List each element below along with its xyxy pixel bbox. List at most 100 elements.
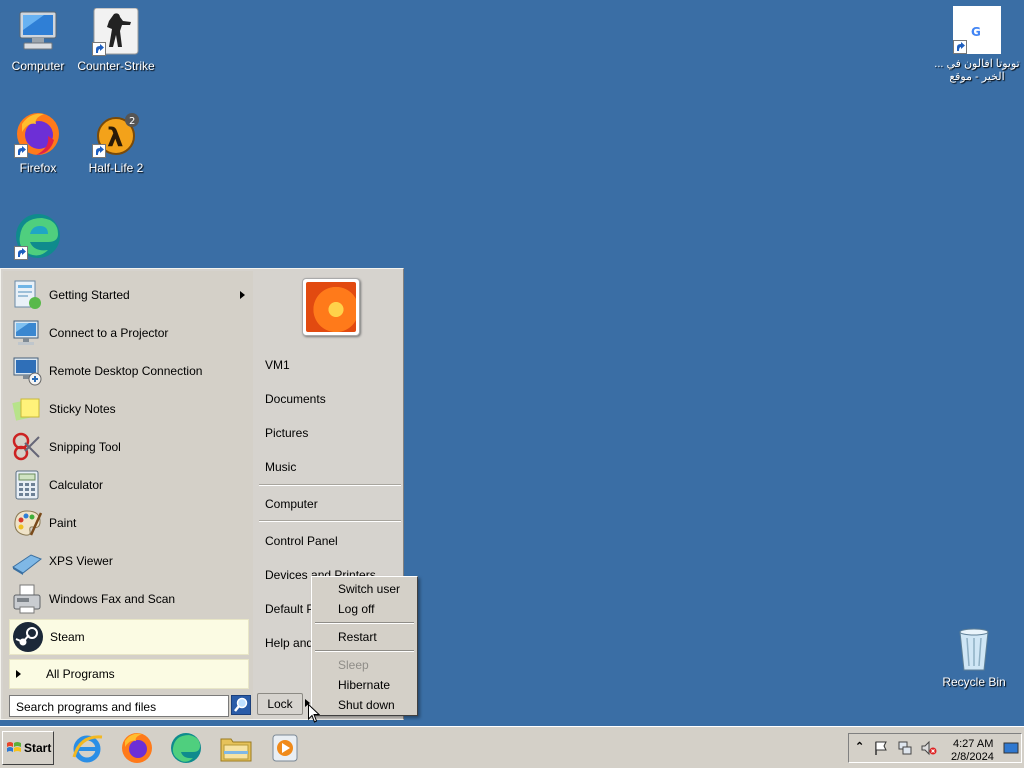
action-center-flag-icon[interactable] xyxy=(873,740,889,756)
program-label: Connect to a Projector xyxy=(49,326,169,340)
steam-icon xyxy=(13,622,43,652)
program-xps-viewer[interactable]: XPS Viewer xyxy=(9,543,249,579)
computer-icon xyxy=(14,8,62,56)
half-life-2-icon: λ 2 xyxy=(92,110,140,158)
right-item-music[interactable]: Music xyxy=(265,460,296,474)
program-remote-desktop[interactable]: Remote Desktop Connection xyxy=(9,353,249,389)
search-placeholder: Search programs and files xyxy=(16,700,157,714)
program-getting-started[interactable]: Getting Started xyxy=(9,277,249,313)
search-button[interactable] xyxy=(231,695,251,715)
calculator-icon xyxy=(15,470,39,500)
shutdown-options-menu: Switch user Log off Restart Sleep Hibern… xyxy=(311,576,418,716)
desktop-icon-web-shortcut[interactable]: G تويوتا افالون في ... الخير - موقع xyxy=(932,6,1022,84)
menu-item-switch-user[interactable]: Switch user xyxy=(338,582,400,596)
separator xyxy=(315,622,414,624)
program-label: Remote Desktop Connection xyxy=(49,364,203,378)
projector-icon xyxy=(13,320,39,345)
clock-time[interactable]: 4:27 AM xyxy=(953,738,993,750)
counter-strike-icon xyxy=(92,7,140,56)
google-page-icon: G xyxy=(953,6,1001,54)
svg-text:λ: λ xyxy=(107,123,123,153)
clock-date[interactable]: 2/8/2024 xyxy=(951,751,994,763)
desktop-icon-computer[interactable]: Computer xyxy=(0,8,81,73)
program-calculator[interactable]: Calculator xyxy=(9,467,249,503)
lock-button[interactable]: Lock xyxy=(257,693,303,715)
menu-item-hibernate[interactable]: Hibernate xyxy=(338,678,390,692)
program-connect-to-projector[interactable]: Connect to a Projector xyxy=(9,315,249,351)
desktop-icon-label: Computer xyxy=(11,59,65,73)
show-desktop-icon[interactable] xyxy=(1003,740,1019,756)
flower-picture-icon xyxy=(306,282,356,332)
arrow-right-icon xyxy=(16,670,21,678)
scissors-icon xyxy=(12,432,40,461)
shortcut-arrow-icon xyxy=(953,40,967,54)
fax-icon xyxy=(13,584,41,614)
search-input[interactable]: Search programs and files xyxy=(9,695,229,717)
menu-item-restart[interactable]: Restart xyxy=(338,630,377,644)
menu-item-sleep: Sleep xyxy=(338,658,369,672)
start-button[interactable]: Start xyxy=(2,731,54,765)
shortcut-arrow-icon xyxy=(92,42,106,56)
user-avatar[interactable] xyxy=(302,278,360,336)
firefox-icon xyxy=(14,110,62,158)
separator xyxy=(259,484,401,486)
volume-muted-icon[interactable] xyxy=(921,740,937,756)
remote-desktop-icon xyxy=(13,357,42,386)
all-programs-button[interactable]: All Programs xyxy=(9,659,249,689)
desktop-icon-label: Firefox xyxy=(19,161,57,175)
right-item-help-and-support[interactable]: Help and xyxy=(265,636,313,650)
right-item-computer[interactable]: Computer xyxy=(265,497,318,511)
desktop-icon-recycle-bin[interactable]: Recycle Bin xyxy=(931,624,1017,689)
program-label: Steam xyxy=(50,630,85,644)
file-explorer-icon[interactable] xyxy=(219,731,253,765)
edge-icon[interactable] xyxy=(169,731,203,765)
menu-item-shut-down[interactable]: Shut down xyxy=(338,698,395,712)
shortcut-arrow-icon xyxy=(14,246,28,260)
program-steam[interactable]: Steam xyxy=(9,619,249,655)
desktop-icon-half-life-2[interactable]: λ 2 Half-Life 2 xyxy=(73,110,159,175)
svg-text:G: G xyxy=(971,25,981,39)
program-snipping-tool[interactable]: Snipping Tool xyxy=(9,429,249,465)
program-label: Sticky Notes xyxy=(49,402,116,416)
separator xyxy=(315,650,414,652)
shortcut-arrow-icon xyxy=(14,144,28,158)
program-label: Windows Fax and Scan xyxy=(49,592,176,606)
program-windows-fax-and-scan[interactable]: Windows Fax and Scan xyxy=(9,581,249,617)
desktop-icon-counter-strike[interactable]: Counter-Strike xyxy=(73,7,159,73)
media-player-icon[interactable] xyxy=(268,731,302,765)
separator xyxy=(259,520,401,522)
program-label: XPS Viewer xyxy=(49,554,113,568)
program-paint[interactable]: Paint xyxy=(9,505,249,541)
program-label: Paint xyxy=(49,516,77,530)
network-icon[interactable] xyxy=(897,740,913,756)
svg-text:2: 2 xyxy=(129,116,135,127)
program-label: Calculator xyxy=(49,478,104,492)
program-sticky-notes[interactable]: Sticky Notes xyxy=(9,391,249,427)
programs-pane: Getting Started Connect to a Projector R… xyxy=(3,271,253,719)
right-item-user-folder[interactable]: VM1 xyxy=(265,358,290,372)
start-label: Start xyxy=(24,741,52,755)
all-programs-label: All Programs xyxy=(46,667,115,681)
system-tray: ⌃ 4:27 AM 2/8/2024 xyxy=(848,733,1022,763)
firefox-icon[interactable] xyxy=(120,731,154,765)
sticky-notes-icon xyxy=(12,398,40,421)
desktop-icon-firefox[interactable]: Firefox xyxy=(0,110,81,175)
search-icon xyxy=(234,697,248,712)
menu-item-log-off[interactable]: Log off xyxy=(338,602,374,616)
show-hidden-icons-button[interactable]: ⌃ xyxy=(855,740,864,753)
submenu-arrow-icon xyxy=(240,291,245,299)
desktop-icon-edge[interactable] xyxy=(0,212,81,260)
recycle-bin-icon xyxy=(950,624,998,672)
edge-icon xyxy=(14,212,62,260)
internet-explorer-icon[interactable] xyxy=(70,731,104,765)
right-item-documents[interactable]: Documents xyxy=(265,392,326,406)
desktop-icon-label: Recycle Bin xyxy=(942,675,1006,689)
right-item-default-programs[interactable]: Default P xyxy=(265,602,314,616)
mouse-cursor-icon xyxy=(308,704,320,723)
lock-label: Lock xyxy=(267,697,293,711)
shortcut-arrow-icon xyxy=(92,144,106,158)
right-item-control-panel[interactable]: Control Panel xyxy=(265,534,338,548)
program-label: Snipping Tool xyxy=(49,440,121,454)
right-item-pictures[interactable]: Pictures xyxy=(265,426,308,440)
xps-viewer-icon xyxy=(12,554,42,575)
